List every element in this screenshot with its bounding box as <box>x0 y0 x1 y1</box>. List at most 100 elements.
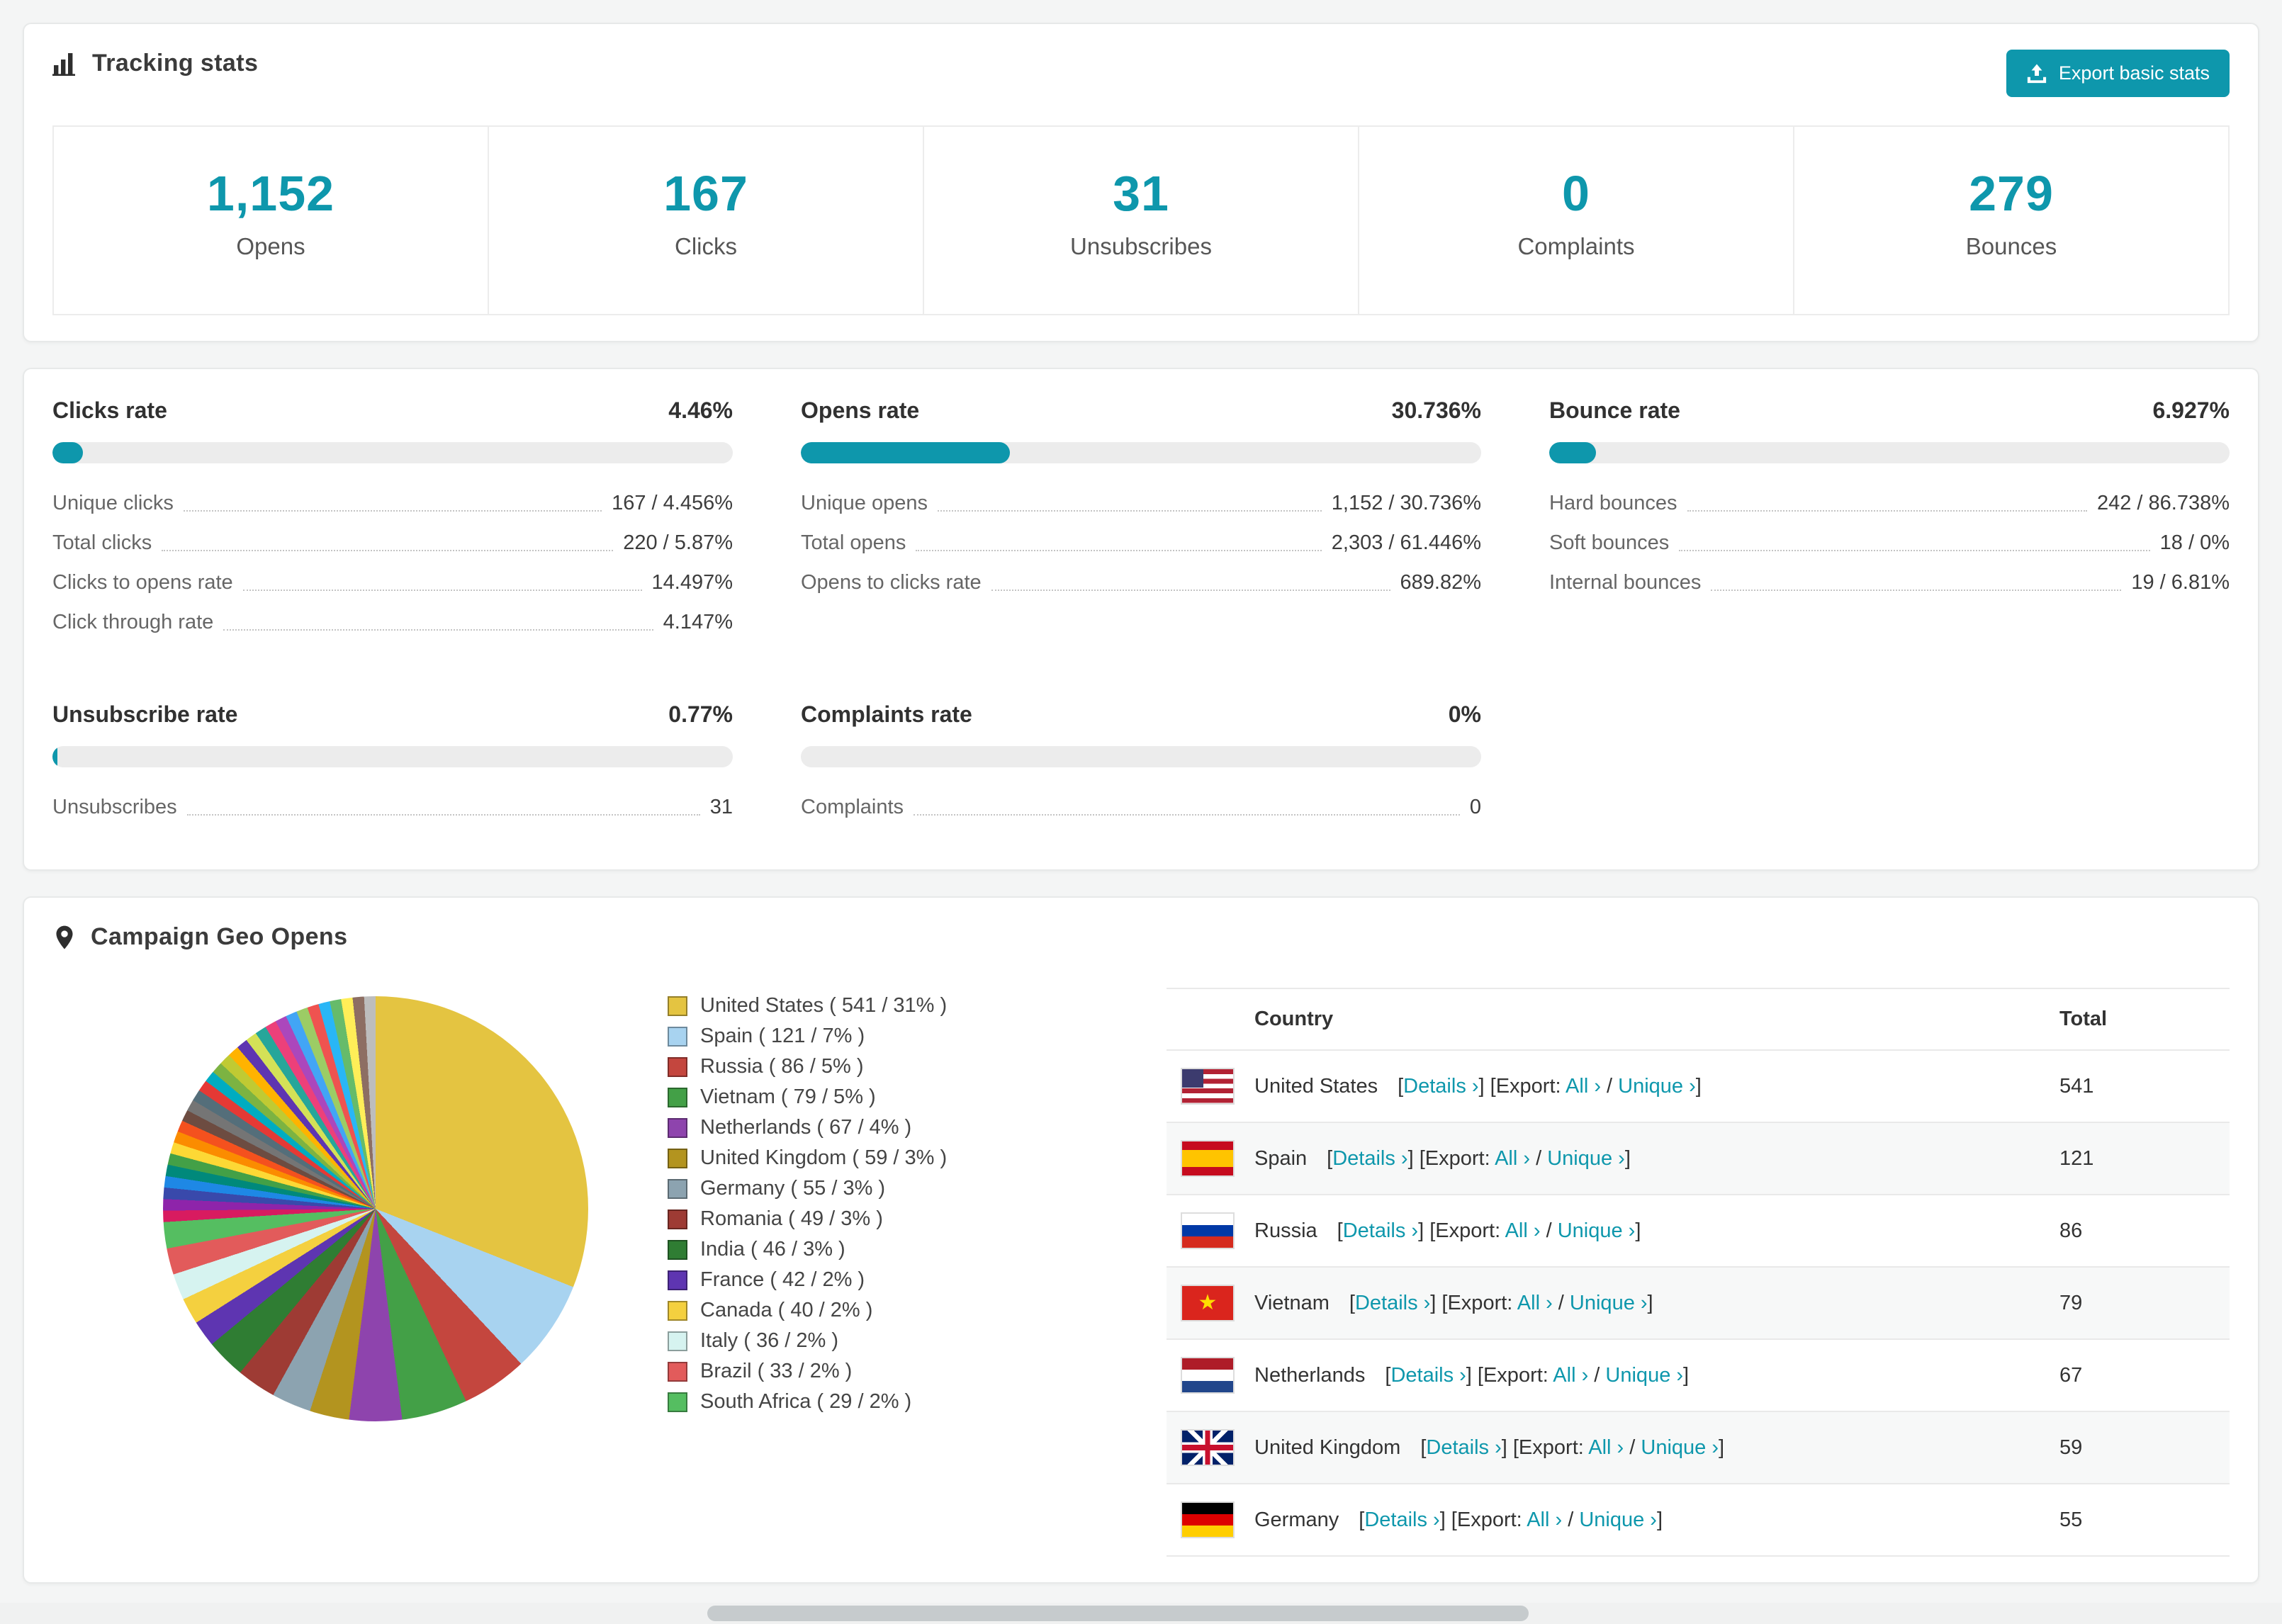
tracking-stats-card: Tracking stats Export basic stats 1,152 O… <box>23 23 2259 342</box>
rate-head: Unsubscribe rate 0.77% <box>52 701 733 728</box>
export-all-link[interactable]: All › <box>1553 1364 1588 1387</box>
stat-value: 2,303 / 61.446% <box>1331 531 1481 554</box>
rate-head: Clicks rate 4.46% <box>52 397 733 424</box>
legend-swatch <box>668 1087 687 1107</box>
legend-label: India ( 46 / 3% ) <box>700 1238 845 1261</box>
export-all-link[interactable]: All › <box>1566 1075 1601 1098</box>
stat-value: 4.147% <box>663 611 733 633</box>
rates-card: Clicks rate 4.46% Unique clicks 167 / 4.456… <box>23 368 2259 871</box>
summary-label-opens: Opens <box>236 233 305 259</box>
stat-label: Total opens <box>801 531 906 554</box>
total-cell: 86 <box>2045 1195 2230 1268</box>
export-all-link[interactable]: All › <box>1527 1509 1562 1531</box>
summary-stats-row: 1,152 Opens 167 Clicks 31 Unsubscribes 0 Compla… <box>52 125 2230 315</box>
export-unique-link[interactable]: Unique › <box>1605 1364 1683 1387</box>
details-link[interactable]: Details › <box>1343 1219 1418 1242</box>
rate-head: Opens rate 30.736% <box>801 397 1481 424</box>
stat-row-unsubscribes: Unsubscribes 31 <box>52 787 733 827</box>
export-unique-link[interactable]: Unique › <box>1579 1509 1657 1531</box>
legend-item-canada: Canada ( 40 / 2% ) <box>668 1295 1167 1326</box>
details-link[interactable]: Details › <box>1332 1147 1407 1170</box>
total-cell: 121 <box>2045 1122 2230 1195</box>
export-all-link[interactable]: All › <box>1588 1436 1624 1459</box>
stat-label: Complaints <box>801 796 904 818</box>
nl-flag-icon <box>1181 1357 1235 1394</box>
country-line: United States [Details ›] [Export: All › … <box>1181 1068 2031 1105</box>
export-basic-stats-button[interactable]: Export basic stats <box>2006 50 2230 97</box>
export-all-link[interactable]: All › <box>1505 1219 1541 1242</box>
summary-label-complaints: Complaints <box>1517 233 1635 259</box>
dotted-leader <box>186 814 700 816</box>
legend-label: France ( 42 / 2% ) <box>700 1268 865 1291</box>
country-line: Netherlands [Details ›] [Export: All › / … <box>1181 1357 2031 1394</box>
details-link[interactable]: Details › <box>1364 1509 1439 1531</box>
export-all-link[interactable]: All › <box>1495 1147 1530 1170</box>
legend-swatch <box>668 996 687 1016</box>
vn-flag-icon <box>1181 1285 1235 1321</box>
dotted-leader <box>1711 590 2122 591</box>
rate-block-unsubscribe-rate: Unsubscribe rate 0.77% Unsubscribes 31 <box>52 701 733 827</box>
stat-value: 18 / 0% <box>2159 531 2230 554</box>
rate-percent: 0.77% <box>668 701 733 727</box>
rate-progress-fill <box>801 442 1011 463</box>
map-pin-icon <box>52 924 77 951</box>
legend-swatch <box>668 1148 687 1168</box>
legend-label: Italy ( 36 / 2% ) <box>700 1329 839 1352</box>
scrollbar-thumb[interactable] <box>707 1606 1529 1621</box>
legend-item-spain: Spain ( 121 / 7% ) <box>668 1021 1167 1051</box>
export-unique-link[interactable]: Unique › <box>1547 1147 1625 1170</box>
country-cell: United States [Details ›] [Export: All › … <box>1167 1050 2045 1123</box>
geo-table-row-vietnam: Vietnam [Details ›] [Export: All › / Uniq… <box>1167 1267 2230 1340</box>
tracking-stats-header: Tracking stats Export basic stats <box>52 50 2230 97</box>
details-link[interactable]: Details › <box>1390 1364 1466 1387</box>
bar-chart-icon <box>52 51 78 77</box>
rate-progress-bar <box>801 442 1481 463</box>
rate-title: Clicks rate <box>52 397 167 423</box>
total-cell: 55 <box>2045 1484 2230 1557</box>
legend-label: Canada ( 40 / 2% ) <box>700 1299 873 1321</box>
rate-progress-bar <box>801 746 1481 767</box>
rate-progress-bar <box>1549 442 2230 463</box>
stat-label: Soft bounces <box>1549 531 1670 554</box>
stat-label: Unique opens <box>801 492 928 514</box>
export-all-link[interactable]: All › <box>1517 1292 1553 1314</box>
country-name: Germany <box>1254 1508 1339 1531</box>
dotted-leader <box>916 550 1322 551</box>
country-cell: Vietnam [Details ›] [Export: All › / Uniq… <box>1167 1267 2045 1340</box>
details-link[interactable]: Details › <box>1426 1436 1501 1459</box>
geo-opens-title: Campaign Geo Opens <box>52 923 347 951</box>
legend-swatch <box>668 1300 687 1321</box>
geo-table-header-row: Country Total <box>1167 988 2230 1051</box>
country-links: [Details ›] [Export: All › / Unique ›] <box>1398 1074 1702 1098</box>
stat-label: Click through rate <box>52 611 214 633</box>
legend-label: United States ( 541 / 31% ) <box>700 994 948 1017</box>
legend-swatch <box>668 1209 687 1229</box>
stat-row-total-opens: Total opens 2,303 / 61.446% <box>801 523 1481 563</box>
stat-value: 0 <box>1469 796 1481 818</box>
details-link[interactable]: Details › <box>1355 1292 1430 1314</box>
legend-item-united-kingdom: United Kingdom ( 59 / 3% ) <box>668 1143 1167 1173</box>
export-unique-link[interactable]: Unique › <box>1558 1219 1636 1242</box>
stat-row-click-through-rate: Click through rate 4.147% <box>52 602 733 642</box>
geo-opens-header: Campaign Geo Opens <box>52 923 2230 951</box>
legend-label: United Kingdom ( 59 / 3% ) <box>700 1146 948 1169</box>
export-unique-link[interactable]: Unique › <box>1570 1292 1648 1314</box>
stat-row-unique-opens: Unique opens 1,152 / 30.736% <box>801 483 1481 523</box>
legend-item-india: India ( 46 / 3% ) <box>668 1234 1167 1265</box>
export-unique-link[interactable]: Unique › <box>1618 1075 1696 1098</box>
stat-row-unique-clicks: Unique clicks 167 / 4.456% <box>52 483 733 523</box>
dotted-leader <box>991 590 1390 591</box>
details-link[interactable]: Details › <box>1403 1075 1478 1098</box>
stat-row-opens-to-clicks-rate: Opens to clicks rate 689.82% <box>801 563 1481 602</box>
stat-row-internal-bounces: Internal bounces 19 / 6.81% <box>1549 563 2230 602</box>
legend-item-romania: Romania ( 49 / 3% ) <box>668 1204 1167 1234</box>
gb-flag-icon <box>1181 1429 1235 1466</box>
stat-row-total-clicks: Total clicks 220 / 5.87% <box>52 523 733 563</box>
export-unique-link[interactable]: Unique › <box>1641 1436 1719 1459</box>
country-line: Russia [Details ›] [Export: All › / Uniqu… <box>1181 1212 2031 1249</box>
legend-label: South Africa ( 29 / 2% ) <box>700 1390 912 1413</box>
country-name: Spain <box>1254 1146 1308 1170</box>
horizontal-scrollbar[interactable] <box>0 1603 2282 1624</box>
summary-value-unsubscribes: 31 <box>1113 166 1169 221</box>
legend-label: Netherlands ( 67 / 4% ) <box>700 1116 912 1139</box>
